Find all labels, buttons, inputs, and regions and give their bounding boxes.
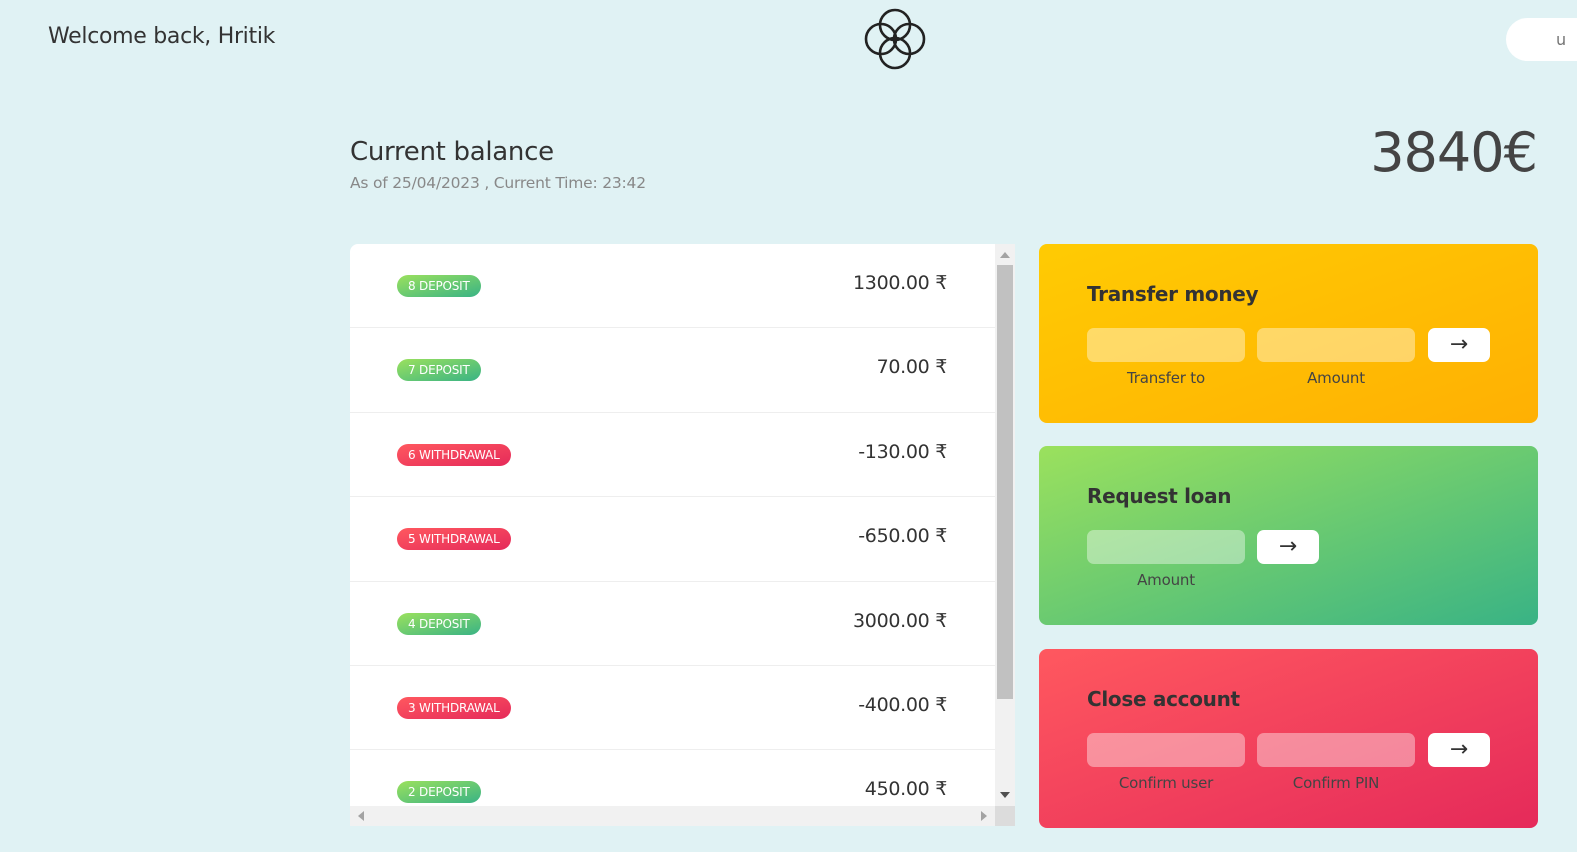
close-account-panel: Close account → Confirm user Confirm PIN <box>1039 649 1538 828</box>
scroll-up-arrow-icon[interactable] <box>1000 252 1010 258</box>
scroll-left-arrow-icon[interactable] <box>358 811 364 821</box>
welcome-message: Welcome back, Hritik <box>48 24 276 49</box>
movement-row: 8 DEPOSIT 1300.00 ₹ <box>350 244 995 329</box>
transfer-title: Transfer money <box>1087 282 1259 306</box>
confirm-pin-input[interactable] <box>1257 733 1415 767</box>
movements-rows: 8 DEPOSIT 1300.00 ₹ 7 DEPOSIT 70.00 ₹ 6 … <box>350 244 995 826</box>
movement-type-badge: 3 WITHDRAWAL <box>397 696 511 719</box>
confirm-pin-label: Confirm PIN <box>1292 774 1380 792</box>
movement-amount: 70.00 ₹ <box>876 356 948 379</box>
confirm-user-input[interactable] <box>1087 733 1245 767</box>
movement-amount: 3000.00 ₹ <box>853 609 947 632</box>
logo-icon <box>864 8 926 70</box>
movement-row: 4 DEPOSIT 3000.00 ₹ <box>350 582 995 666</box>
movement-type-badge: 8 DEPOSIT <box>397 275 481 297</box>
close-title: Close account <box>1087 687 1240 711</box>
close-submit-button[interactable]: → <box>1428 733 1490 767</box>
loan-amount-input[interactable] <box>1087 530 1245 564</box>
loan-submit-button[interactable]: → <box>1257 530 1319 564</box>
request-loan-panel: Request loan → Amount <box>1039 446 1538 625</box>
loan-amount-label: Amount <box>1137 571 1195 589</box>
scrollbar-corner <box>995 806 1015 826</box>
balance-date: As of 25/04/2023 , Current Time: 23:42 <box>350 174 646 192</box>
transfer-amount-label: Amount <box>1307 369 1365 387</box>
movement-amount: -400.00 ₹ <box>858 693 947 716</box>
confirm-user-label: Confirm user <box>1118 774 1214 792</box>
transfer-amount-input[interactable] <box>1257 328 1415 362</box>
movement-type-badge: 6 WITHDRAWAL <box>397 443 511 466</box>
balance-value: 3840€ <box>1370 121 1538 184</box>
movement-row: 3 WITHDRAWAL -400.00 ₹ <box>350 666 995 751</box>
transfer-money-panel: Transfer money → Transfer to Amount <box>1039 244 1538 423</box>
movement-type-badge: 4 DEPOSIT <box>397 612 481 635</box>
vertical-scrollbar[interactable] <box>995 244 1015 806</box>
horizontal-scrollbar[interactable] <box>350 806 995 826</box>
movement-amount: -130.00 ₹ <box>858 440 947 463</box>
scroll-right-arrow-icon[interactable] <box>981 811 987 821</box>
transfer-to-input[interactable] <box>1087 328 1245 362</box>
scrollbar-thumb[interactable] <box>997 265 1013 699</box>
movement-type-badge: 5 WITHDRAWAL <box>397 528 511 551</box>
movement-type-badge: 7 DEPOSIT <box>397 359 481 382</box>
movement-amount: 450.00 ₹ <box>864 778 948 801</box>
transfer-submit-button[interactable]: → <box>1428 328 1490 362</box>
movement-amount: -650.00 ₹ <box>858 525 947 548</box>
movement-type-badge: 2 DEPOSIT <box>397 781 481 804</box>
movement-amount: 1300.00 ₹ <box>853 272 947 294</box>
loan-title: Request loan <box>1087 484 1232 508</box>
movement-row: 7 DEPOSIT 70.00 ₹ <box>350 328 995 413</box>
scroll-down-arrow-icon[interactable] <box>1000 792 1010 798</box>
movement-row: 5 WITHDRAWAL -650.00 ₹ <box>350 497 995 582</box>
login-user-input[interactable] <box>1506 18 1577 61</box>
movements-list[interactable]: 8 DEPOSIT 1300.00 ₹ 7 DEPOSIT 70.00 ₹ 6 … <box>350 244 1015 826</box>
movement-row: 6 WITHDRAWAL -130.00 ₹ <box>350 413 995 498</box>
transfer-to-label: Transfer to <box>1127 369 1205 387</box>
balance-title: Current balance <box>350 137 554 167</box>
